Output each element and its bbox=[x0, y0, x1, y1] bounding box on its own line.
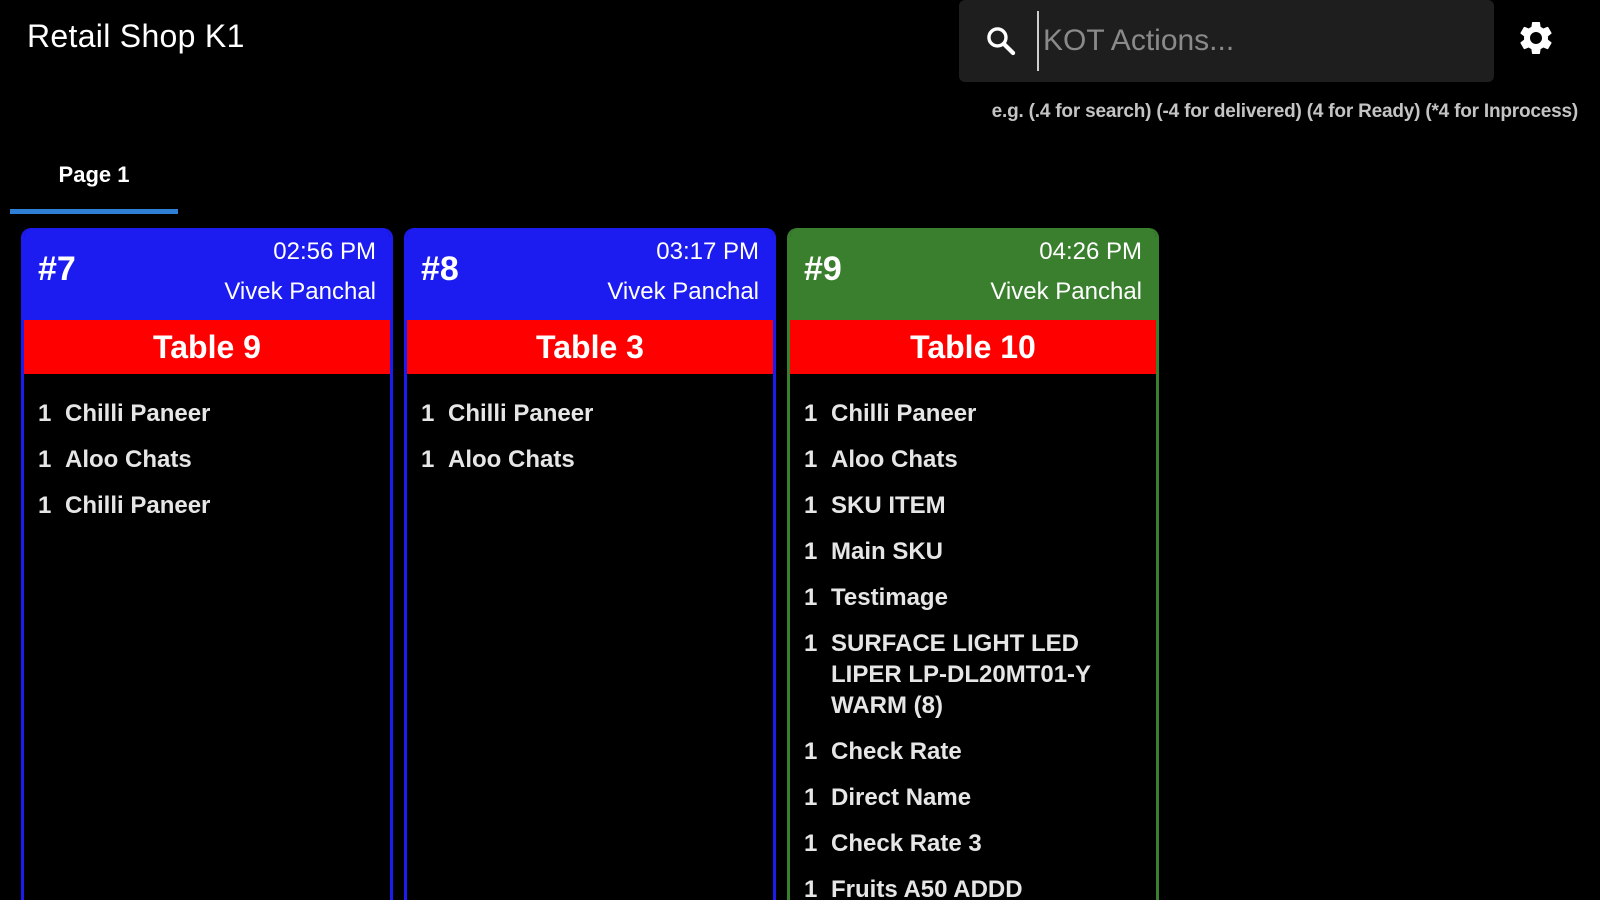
item-name: Chilli Paneer bbox=[65, 400, 211, 427]
item-name: SKU ITEM bbox=[831, 492, 946, 519]
order-time: 03:17 PM bbox=[656, 238, 759, 265]
order-time: 04:26 PM bbox=[1039, 238, 1142, 265]
order-item: 1 Chilli Paneer bbox=[24, 490, 390, 521]
item-name: Aloo Chats bbox=[448, 446, 575, 473]
order-item: 1 Check Rate 3 bbox=[790, 828, 1156, 859]
order-item: 1 Fruits A50 ADDD bbox=[790, 874, 1156, 900]
settings-button[interactable] bbox=[1512, 16, 1560, 64]
item-name: Aloo Chats bbox=[65, 446, 192, 473]
order-items: 1 Chilli Paneer 1 Aloo Chats 1 Chilli Paneer bbox=[24, 374, 390, 521]
order-item: 1 Aloo Chats bbox=[790, 444, 1156, 475]
item-name: Chilli Paneer bbox=[448, 400, 594, 427]
order-time: 02:56 PM bbox=[273, 238, 376, 265]
item-qty: 1 bbox=[804, 538, 818, 565]
table-label: Table 3 bbox=[407, 320, 773, 374]
order-card[interactable]: #8 03:17 PM Vivek Panchal Table 3 1 Chill… bbox=[404, 228, 776, 900]
order-items: 1 Chilli Paneer 1 Aloo Chats bbox=[407, 374, 773, 475]
item-name: Check Rate bbox=[831, 738, 962, 765]
item-qty: 1 bbox=[804, 784, 818, 811]
order-header: #9 04:26 PM Vivek Panchal bbox=[790, 228, 1156, 320]
item-qty: 1 bbox=[38, 446, 52, 473]
order-item: 1 Chilli Paneer bbox=[407, 398, 773, 429]
item-qty: 1 bbox=[421, 400, 435, 427]
item-qty: 1 bbox=[804, 830, 818, 857]
order-item: 1 SURFACE LIGHT LED LIPER LP-DL20MT01-Y W… bbox=[790, 628, 1156, 721]
item-name: Aloo Chats bbox=[831, 446, 958, 473]
page-tabs: Page 1 bbox=[10, 150, 178, 214]
order-item: 1 Aloo Chats bbox=[24, 444, 390, 475]
order-header: #7 02:56 PM Vivek Panchal bbox=[24, 228, 390, 320]
order-item: 1 Direct Name bbox=[790, 782, 1156, 813]
order-item: 1 SKU ITEM bbox=[790, 490, 1156, 521]
search-icon[interactable] bbox=[981, 21, 1021, 61]
item-name: Direct Name bbox=[831, 784, 972, 811]
search-hint: e.g. (.4 for search) (-4 for delivered) … bbox=[991, 101, 1579, 122]
item-qty: 1 bbox=[804, 400, 818, 427]
item-name: Chilli Paneer bbox=[831, 400, 977, 427]
item-name: SURFACE LIGHT LED LIPER LP-DL20MT01-Y WA… bbox=[831, 630, 1091, 719]
order-item: 1 Check Rate bbox=[790, 736, 1156, 767]
order-item: 1 Chilli Paneer bbox=[24, 398, 390, 429]
order-number: #8 bbox=[421, 250, 459, 288]
item-qty: 1 bbox=[804, 584, 818, 611]
table-label: Table 9 bbox=[24, 320, 390, 374]
item-qty: 1 bbox=[421, 446, 435, 473]
order-card[interactable]: #7 02:56 PM Vivek Panchal Table 9 1 Chill… bbox=[21, 228, 393, 900]
item-name: Testimage bbox=[831, 584, 948, 611]
order-waiter: Vivek Panchal bbox=[224, 278, 376, 305]
item-name: Main SKU bbox=[831, 538, 944, 565]
item-qty: 1 bbox=[804, 492, 818, 519]
item-qty: 1 bbox=[804, 876, 818, 900]
item-qty: 1 bbox=[38, 400, 52, 427]
tab-page-1[interactable]: Page 1 bbox=[10, 150, 178, 214]
order-card[interactable]: #9 04:26 PM Vivek Panchal Table 10 1 Chil… bbox=[787, 228, 1159, 900]
item-qty: 1 bbox=[38, 492, 52, 519]
item-qty: 1 bbox=[804, 630, 818, 657]
item-name: Check Rate 3 bbox=[831, 830, 982, 857]
order-item: 1 Chilli Paneer bbox=[790, 398, 1156, 429]
item-name: Chilli Paneer bbox=[65, 492, 211, 519]
search-box[interactable] bbox=[959, 0, 1494, 82]
app-title: Retail Shop K1 bbox=[27, 18, 245, 54]
order-items: 1 Chilli Paneer 1 Aloo Chats 1 SKU ITEM 1 Main … bbox=[790, 374, 1156, 900]
order-number: #9 bbox=[804, 250, 842, 288]
item-name: Fruits A50 ADDD bbox=[831, 876, 1023, 900]
kot-screen: Retail Shop K1 e.g. (.4 for search) (-4 … bbox=[0, 0, 1600, 900]
order-item: 1 Testimage bbox=[790, 582, 1156, 613]
order-waiter: Vivek Panchal bbox=[990, 278, 1142, 305]
order-item: 1 Aloo Chats bbox=[407, 444, 773, 475]
order-header: #8 03:17 PM Vivek Panchal bbox=[407, 228, 773, 320]
item-qty: 1 bbox=[804, 446, 818, 473]
order-number: #7 bbox=[38, 250, 76, 288]
table-label: Table 10 bbox=[790, 320, 1156, 374]
order-item: 1 Main SKU bbox=[790, 536, 1156, 567]
item-qty: 1 bbox=[804, 738, 818, 765]
kot-actions-input[interactable] bbox=[1037, 11, 1480, 71]
order-waiter: Vivek Panchal bbox=[607, 278, 759, 305]
gear-icon bbox=[1516, 18, 1556, 63]
